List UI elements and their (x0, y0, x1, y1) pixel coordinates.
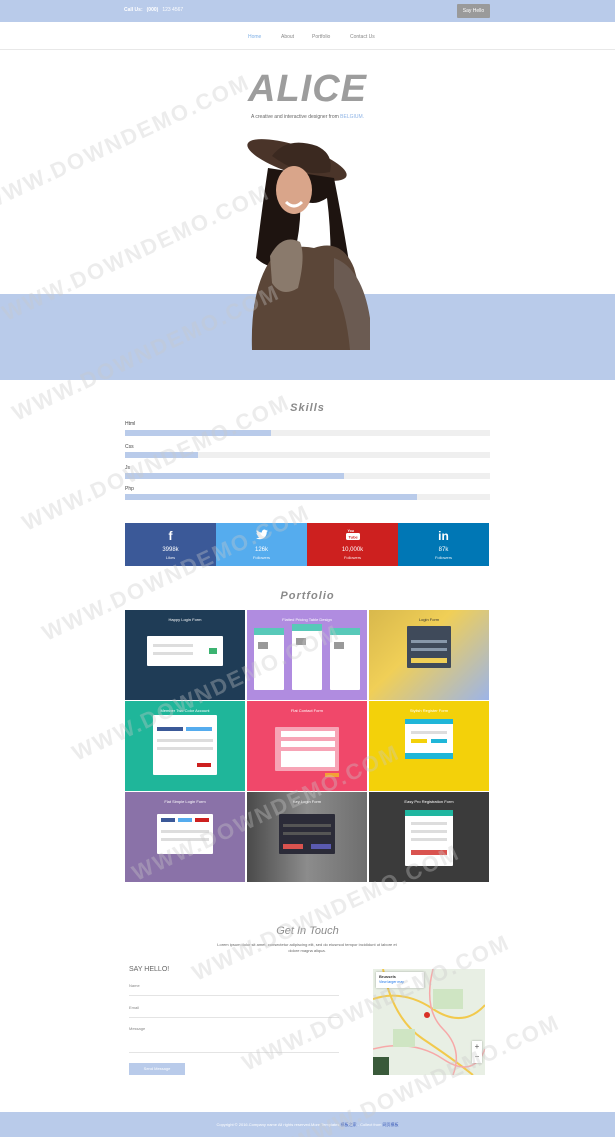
name-field[interactable]: Name (129, 983, 140, 988)
nav-contact[interactable]: Contact Us (350, 34, 375, 40)
skill-label-html: Html (125, 421, 136, 427)
skill-bar-js (125, 473, 490, 479)
skill-bar-php (125, 494, 490, 500)
nav-portfolio[interactable]: Portfolio (312, 34, 330, 40)
hero-name: ALICE (248, 68, 367, 110)
youtube-icon: You Tube (307, 529, 398, 543)
tile-preview (147, 636, 223, 666)
skill-fill (125, 494, 417, 500)
email-field-line (129, 1017, 339, 1018)
message-field-line (129, 1052, 339, 1053)
social-youtube[interactable]: You Tube 10,000k Followers (307, 523, 398, 566)
form-heading: SAY HELLO! (129, 966, 170, 973)
tile-title: Easy Pro Registration Form (404, 799, 454, 804)
say-hello-button[interactable]: Say Hello (457, 4, 490, 18)
hero-tagline: A creative and interactive designer from… (250, 114, 365, 120)
person-photo (247, 139, 370, 350)
skill-bar-html (125, 430, 490, 436)
message-field[interactable]: Message (129, 1026, 145, 1031)
youtube-label: Followers (343, 555, 362, 560)
skill-label-css: Css (125, 444, 134, 450)
top-bar: Call Us: (000) 123 4567 Say Hello (0, 0, 615, 22)
tile-preview (279, 814, 335, 854)
footer-link-2[interactable]: 网页模板 (383, 1122, 399, 1127)
tile-title: Flat Contact Form (290, 708, 323, 713)
svg-text:Tube: Tube (348, 535, 358, 540)
facebook-icon: f (168, 529, 173, 543)
tile-title: Happy Login Form (168, 617, 202, 622)
linkedin-icon: in (438, 529, 449, 543)
portfolio-tile-login[interactable]: Login Form (369, 610, 489, 700)
nav-home[interactable]: Home (248, 34, 261, 40)
tile-title: Login Form (418, 617, 440, 622)
tile-title: Flatted Pricing Table Design (282, 617, 332, 622)
social-linkedin[interactable]: in 87k Followers (398, 523, 489, 566)
skills-title: Skills (290, 402, 325, 414)
svg-text:You: You (347, 529, 353, 533)
main-nav: Home About Portfolio Contact Us (0, 22, 615, 50)
linkedin-count: 87k (438, 547, 449, 553)
tile-title: Flat Simple Login Form (164, 799, 206, 804)
tile-title: Stylish Register Form (409, 708, 449, 713)
send-message-button[interactable]: Send Message (129, 1063, 185, 1075)
tile-preview (407, 626, 451, 668)
linkedin-label: Followers (434, 555, 453, 560)
nav-about[interactable]: About (281, 34, 294, 40)
email-field[interactable]: Email (129, 1005, 139, 1010)
tile-preview (405, 719, 453, 759)
call-us: Call Us: (000) 123 4567 (124, 7, 184, 13)
tile-preview (275, 727, 339, 771)
name-field-line (129, 995, 339, 996)
youtube-count: 10,000k (341, 547, 364, 553)
